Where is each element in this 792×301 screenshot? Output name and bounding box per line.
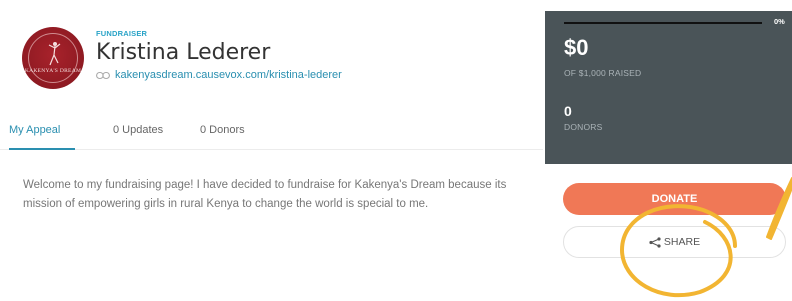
dancer-logo-icon <box>48 42 61 66</box>
goal-label: OF $1,000 RAISED <box>564 68 642 78</box>
active-tab-indicator <box>9 148 75 150</box>
page-url-link[interactable]: kakenyasdream.causevox.com/kristina-lede… <box>115 69 342 81</box>
tab-donors[interactable]: 0 Donors <box>200 124 245 136</box>
share-icon <box>649 236 661 248</box>
role-label: FUNDRAISER <box>96 29 148 38</box>
donate-button[interactable]: DONATE <box>563 183 786 215</box>
stats-panel: 0% $0 OF $1,000 RAISED 0 DONORS <box>545 11 792 164</box>
fundraiser-name: Kristina Lederer <box>96 40 271 65</box>
donor-count: 0 <box>564 103 572 119</box>
tab-updates[interactable]: 0 Updates <box>113 124 163 136</box>
progress-bar <box>564 22 762 24</box>
page-url-row: kakenyasdream.causevox.com/kristina-lede… <box>96 69 342 81</box>
fundraiser-panel: KAKENYA'S DREAM FUNDRAISER Kristina Lede… <box>0 0 543 301</box>
progress-percent: 0% <box>774 17 785 26</box>
avatar-logo-text: KAKENYA'S DREAM <box>24 68 82 74</box>
share-button[interactable]: SHARE <box>563 226 786 258</box>
tab-bar: My Appeal 0 Updates 0 Donors <box>0 112 543 150</box>
link-icon <box>96 71 110 79</box>
tab-my-appeal[interactable]: My Appeal <box>9 124 60 136</box>
amount-raised: $0 <box>564 35 589 60</box>
avatar: KAKENYA'S DREAM <box>22 27 84 89</box>
appeal-text: Welcome to my fundraising page! I have d… <box>23 179 507 210</box>
share-label: SHARE <box>663 236 701 248</box>
donor-label: DONORS <box>564 122 603 132</box>
